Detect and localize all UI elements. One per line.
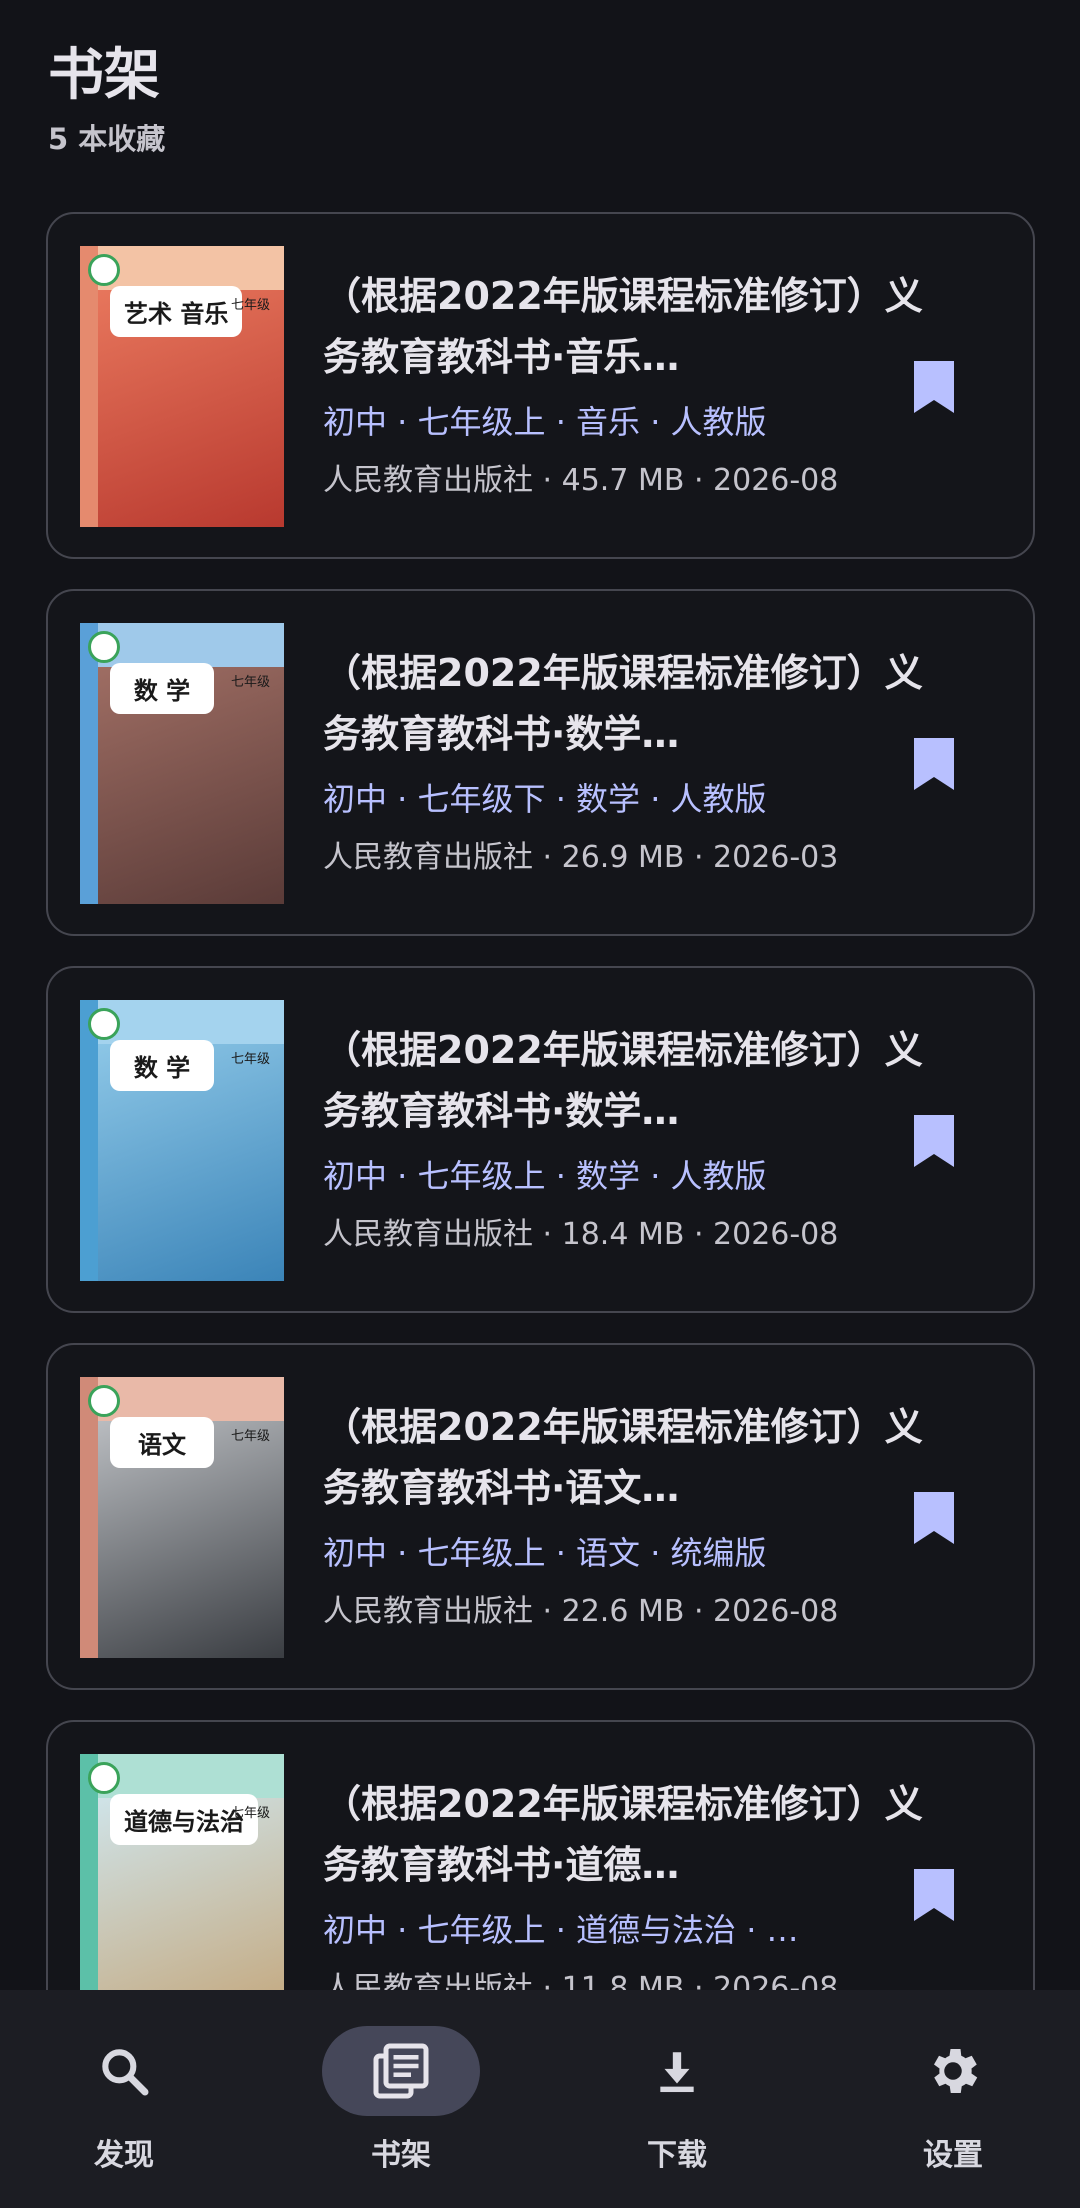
book-meta: 初中 · 七年级上 · 道德与法治 · … — [323, 1911, 799, 1949]
book-publisher-line: 人民教育出版社 · 26.9 MB · 2026-03 — [323, 840, 839, 875]
book-info: （根据2022年版课程标准修订）义务教育教科书·语文… 初中 · 七年级上 · … — [323, 1397, 923, 1641]
book-cover: 语文 七年级 — [80, 1377, 284, 1658]
book-card[interactable]: 艺术 音乐 七年级 （根据2022年版课程标准修订）义务教育教科书·音乐… 初中… — [46, 212, 1035, 559]
bottom-navigation: 发现 书架 下载 设置 — [0, 1990, 1080, 2208]
bookmark-icon[interactable] — [914, 361, 954, 413]
publisher-emblem-icon — [88, 1762, 120, 1794]
cover-top-band — [98, 623, 284, 667]
book-cover: 数 学 七年级 — [80, 1000, 284, 1281]
cover-stripe — [80, 246, 98, 527]
book-meta: 初中 · 七年级上 · 语文 · 统编版 — [323, 1534, 767, 1572]
book-info: （根据2022年版课程标准修订）义务教育教科书·数学… 初中 · 七年级下 · … — [323, 643, 923, 887]
library-icon — [373, 2043, 429, 2099]
gear-icon — [934, 2049, 978, 2093]
book-publisher-line: 人民教育出版社 · 22.6 MB · 2026-08 — [323, 1594, 839, 1629]
nav-label-settings: 设置 — [923, 2138, 983, 2173]
book-meta: 初中 · 七年级上 · 音乐 · 人教版 — [323, 403, 767, 441]
publisher-emblem-icon — [88, 1008, 120, 1040]
nav-icon-container — [598, 2026, 756, 2116]
book-info: （根据2022年版课程标准修订）义务教育教科书·道德… 初中 · 七年级上 · … — [323, 1774, 923, 2018]
nav-icon-container — [322, 2026, 480, 2116]
cover-grade-label: 七年级 — [230, 1806, 270, 1821]
page-title: 书架 — [48, 43, 160, 108]
nav-icon-container — [874, 2026, 1032, 2116]
cover-stripe — [80, 1377, 98, 1658]
header: 书架 5 本收藏 — [48, 40, 165, 158]
cover-grade-label: 七年级 — [230, 298, 270, 313]
cover-subject-label: 语文 — [110, 1417, 214, 1468]
download-icon — [660, 2052, 694, 2093]
book-title: （根据2022年版课程标准修订）义务教育教科书·数学… — [323, 1028, 923, 1133]
cover-stripe — [80, 1000, 98, 1281]
book-publisher-line: 人民教育出版社 · 18.4 MB · 2026-08 — [323, 1217, 839, 1252]
cover-grade-label: 七年级 — [230, 675, 270, 690]
nav-download[interactable]: 下载 — [577, 1990, 777, 2208]
cover-grade-label: 七年级 — [230, 1052, 270, 1067]
cover-subject-label: 艺术 音乐 — [110, 286, 243, 337]
book-title: （根据2022年版课程标准修订）义务教育教科书·音乐… — [323, 274, 923, 379]
cover-top-band — [98, 1000, 284, 1044]
cover-subject-label: 数 学 — [110, 1040, 214, 1091]
book-cover: 数 学 七年级 — [80, 623, 284, 904]
nav-bookshelf[interactable]: 书架 — [301, 1990, 501, 2208]
book-title: （根据2022年版课程标准修订）义务教育教科书·语文… — [323, 1405, 923, 1510]
nav-settings[interactable]: 设置 — [853, 1990, 1053, 2208]
cover-grade-label: 七年级 — [230, 1429, 270, 1444]
publisher-emblem-icon — [88, 631, 120, 663]
book-title: （根据2022年版课程标准修订）义务教育教科书·数学… — [323, 651, 923, 756]
book-info: （根据2022年版课程标准修订）义务教育教科书·音乐… 初中 · 七年级上 · … — [323, 266, 923, 510]
book-card[interactable]: 语文 七年级 （根据2022年版课程标准修订）义务教育教科书·语文… 初中 · … — [46, 1343, 1035, 1690]
bookmark-icon[interactable] — [914, 1492, 954, 1544]
cover-stripe — [80, 623, 98, 904]
cover-top-band — [98, 1754, 284, 1798]
cover-top-band — [98, 1377, 284, 1421]
book-meta: 初中 · 七年级上 · 数学 · 人教版 — [323, 1157, 767, 1195]
book-publisher-line: 人民教育出版社 · 45.7 MB · 2026-08 — [323, 463, 839, 498]
book-title: （根据2022年版课程标准修订）义务教育教科书·道德… — [323, 1782, 923, 1887]
cover-top-band — [98, 246, 284, 290]
book-card[interactable]: 数 学 七年级 （根据2022年版课程标准修订）义务教育教科书·数学… 初中 ·… — [46, 966, 1035, 1313]
bookmark-icon[interactable] — [914, 1115, 954, 1167]
book-card[interactable]: 数 学 七年级 （根据2022年版课程标准修订）义务教育教科书·数学… 初中 ·… — [46, 589, 1035, 936]
search-icon — [102, 2049, 149, 2096]
nav-discover[interactable]: 发现 — [24, 1990, 224, 2208]
cover-subject-label: 数 学 — [110, 663, 214, 714]
publisher-emblem-icon — [88, 254, 120, 286]
nav-label-discover: 发现 — [94, 2138, 154, 2173]
bookmark-icon[interactable] — [914, 1869, 954, 1921]
book-meta: 初中 · 七年级下 · 数学 · 人教版 — [323, 780, 767, 818]
nav-label-download: 下载 — [647, 2138, 707, 2173]
nav-icon-container — [45, 2026, 203, 2116]
publisher-emblem-icon — [88, 1385, 120, 1417]
bookmark-icon[interactable] — [914, 738, 954, 790]
book-list: 艺术 音乐 七年级 （根据2022年版课程标准修订）义务教育教科书·音乐… 初中… — [46, 212, 1035, 2097]
book-info: （根据2022年版课程标准修订）义务教育教科书·数学… 初中 · 七年级上 · … — [323, 1020, 923, 1264]
nav-label-bookshelf: 书架 — [371, 2138, 431, 2173]
collection-count: 5 本收藏 — [48, 122, 166, 156]
book-cover: 艺术 音乐 七年级 — [80, 246, 284, 527]
